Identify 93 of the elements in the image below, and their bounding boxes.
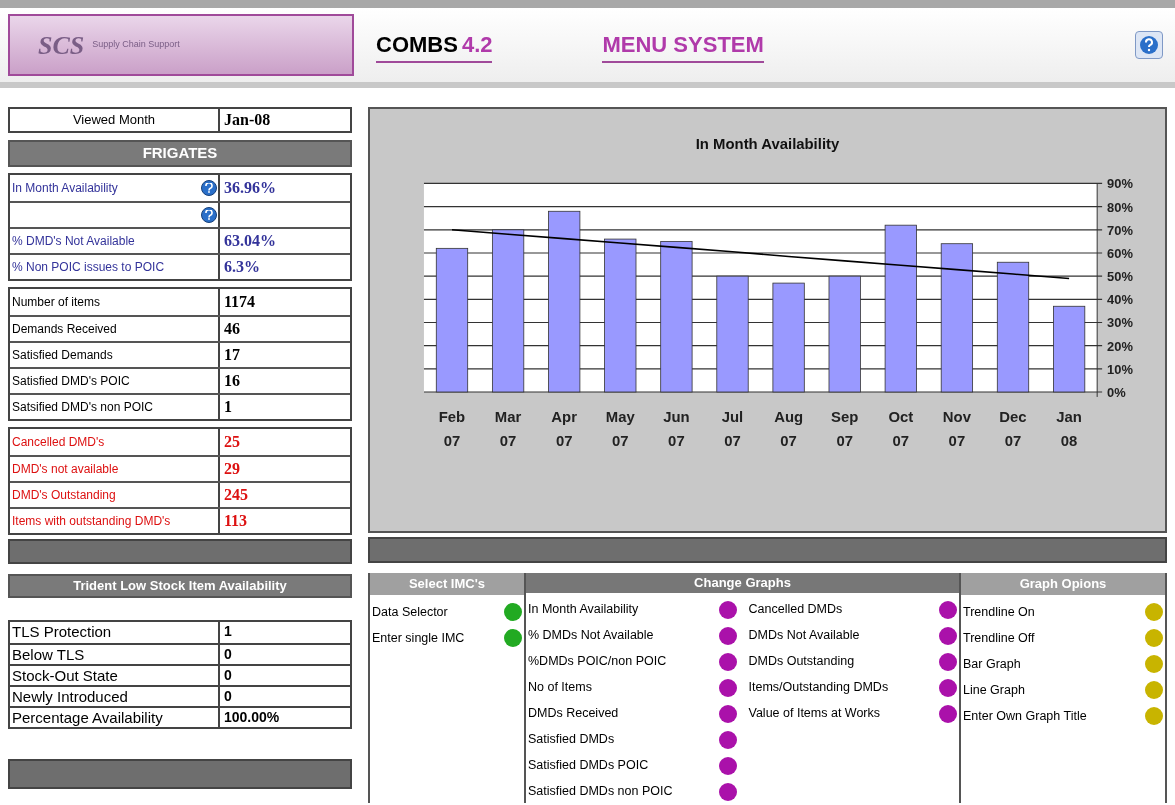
- metric-value: 29: [223, 459, 241, 479]
- menu-option[interactable]: %DMDs POIC/non POIC: [528, 648, 737, 675]
- x-tick-label: Aug 07: [774, 408, 804, 449]
- chart-title: In Month Availability: [695, 135, 840, 152]
- menu-option[interactable]: Enter single IMC: [372, 625, 522, 651]
- product-version: 4.2: [461, 30, 493, 59]
- y-tick-label: 10%: [1107, 361, 1133, 377]
- product-name: COMBS: [376, 30, 458, 59]
- metric-value: 46: [223, 319, 241, 339]
- menu-option[interactable]: Enter Own Graph Title: [963, 703, 1163, 729]
- x-tick-label: May 07: [605, 408, 635, 449]
- viewed-month-value[interactable]: Jan-08: [220, 109, 350, 131]
- y-tick-label: 20%: [1107, 338, 1133, 354]
- menu-option[interactable]: Value of Items at Works: [748, 700, 957, 727]
- menu-heading: Select IMC's: [370, 573, 524, 595]
- menu-option[interactable]: Satisfied DMDs POIC: [528, 752, 737, 779]
- metric-label: DMD's Outstanding: [11, 487, 117, 504]
- tls-label: TLS Protection: [10, 622, 220, 643]
- metric-label: Cancelled DMD's: [11, 434, 106, 451]
- menu-option[interactable]: In Month Availability: [528, 596, 737, 623]
- section-header: Trident Low Stock Item Availability: [8, 574, 352, 598]
- menu-option[interactable]: Cancelled DMDs: [748, 596, 957, 623]
- y-tick-label: 60%: [1107, 245, 1133, 261]
- tls-label: Newly Introduced: [10, 687, 220, 706]
- tls-label: Stock-Out State: [10, 666, 220, 685]
- metric-label: Satisfied Demands: [11, 347, 114, 364]
- tls-value: 0: [223, 666, 233, 685]
- y-tick-label: 80%: [1107, 199, 1133, 215]
- tls-value: 0: [223, 687, 233, 706]
- x-tick-label: Sep 07: [831, 408, 859, 449]
- metric-value: 17: [223, 345, 241, 365]
- metric-label: Number of items: [11, 294, 102, 311]
- metric-value: 1174: [223, 292, 257, 312]
- help-icon[interactable]: [201, 180, 217, 196]
- y-tick-label: 40%: [1107, 292, 1133, 308]
- menu-option[interactable]: DMDs Not Available: [748, 622, 957, 649]
- menu-option[interactable]: % DMDs Not Available: [528, 622, 737, 649]
- x-tick-label: Dec 07: [999, 408, 1027, 449]
- menu-option[interactable]: Satisfied DMDs: [528, 726, 737, 753]
- x-tick-label: Feb 07: [438, 408, 466, 449]
- help-button[interactable]: [1135, 31, 1163, 59]
- menu-option[interactable]: Trendline On: [963, 599, 1163, 625]
- metric-label: Demands Received: [11, 321, 118, 338]
- metric-value: 1: [223, 397, 233, 417]
- menu-option[interactable]: Satisfied DMDs non POIC: [528, 778, 737, 805]
- metric-value: 113: [223, 511, 249, 531]
- menu-option[interactable]: Trendline Off: [963, 625, 1163, 651]
- y-tick-label: 90%: [1107, 176, 1133, 192]
- metric-value: 6.3%: [223, 257, 261, 277]
- menu-heading: Change Graphs: [526, 573, 959, 593]
- tls-value: 100.00%: [223, 708, 281, 727]
- y-tick-label: 50%: [1107, 269, 1133, 285]
- tls-label: Percentage Availability: [10, 708, 220, 727]
- menu-option[interactable]: Items/Outstanding DMDs: [748, 674, 957, 701]
- x-tick-label: Jun 07: [663, 408, 690, 449]
- tls-value: 0: [223, 645, 233, 664]
- metric-label: DMD's not available: [11, 461, 120, 478]
- menu-option[interactable]: Bar Graph: [963, 651, 1163, 677]
- metric-value: 36.96%: [223, 178, 277, 198]
- menu-option[interactable]: Data Selector: [372, 599, 522, 625]
- metric-label: % DMD's Not Available: [11, 233, 136, 250]
- metric-value: 16: [223, 371, 241, 391]
- menu-option[interactable]: Line Graph: [963, 677, 1163, 703]
- help-icon: [1139, 35, 1159, 55]
- help-icon[interactable]: [201, 207, 217, 223]
- metric-label: % Non POIC issues to POIC: [11, 259, 166, 276]
- page-title: MENU SYSTEM: [602, 27, 764, 63]
- y-tick-label: 0%: [1107, 384, 1126, 400]
- metric-label: Satsified DMD's non POIC: [11, 399, 154, 416]
- metric-value: 245: [223, 485, 249, 505]
- tls-label: Below TLS: [10, 645, 220, 664]
- y-tick-label: 30%: [1107, 315, 1133, 331]
- metric-value: 63.04%: [223, 231, 277, 251]
- metric-label: In Month Availability: [11, 180, 119, 197]
- x-tick-label: Oct 07: [888, 408, 914, 449]
- x-tick-label: Jul 07: [721, 408, 744, 449]
- y-tick-label: 70%: [1107, 222, 1133, 238]
- tls-value: 1: [223, 622, 233, 641]
- logo-subtitle: Supply Chain Support: [92, 38, 180, 52]
- section-header: FRIGATES: [8, 140, 352, 167]
- metric-label: Satisfied DMD's POIC: [11, 373, 131, 390]
- menu-option[interactable]: DMDs Received: [528, 700, 737, 727]
- logo-text: SCS: [38, 29, 85, 62]
- metric-value: 25: [223, 432, 241, 452]
- menu-heading: Graph Opions: [961, 573, 1165, 595]
- metric-label: Items with outstanding DMD's: [11, 513, 172, 530]
- x-tick-label: Apr 07: [551, 408, 577, 449]
- x-tick-label: Jan 08: [1056, 408, 1082, 449]
- x-tick-label: Nov 07: [942, 408, 971, 449]
- menu-option[interactable]: DMDs Outstanding: [748, 648, 957, 675]
- viewed-month-label: Viewed Month: [10, 109, 220, 131]
- menu-option[interactable]: No of Items: [528, 674, 737, 701]
- x-tick-label: Mar 07: [494, 408, 522, 449]
